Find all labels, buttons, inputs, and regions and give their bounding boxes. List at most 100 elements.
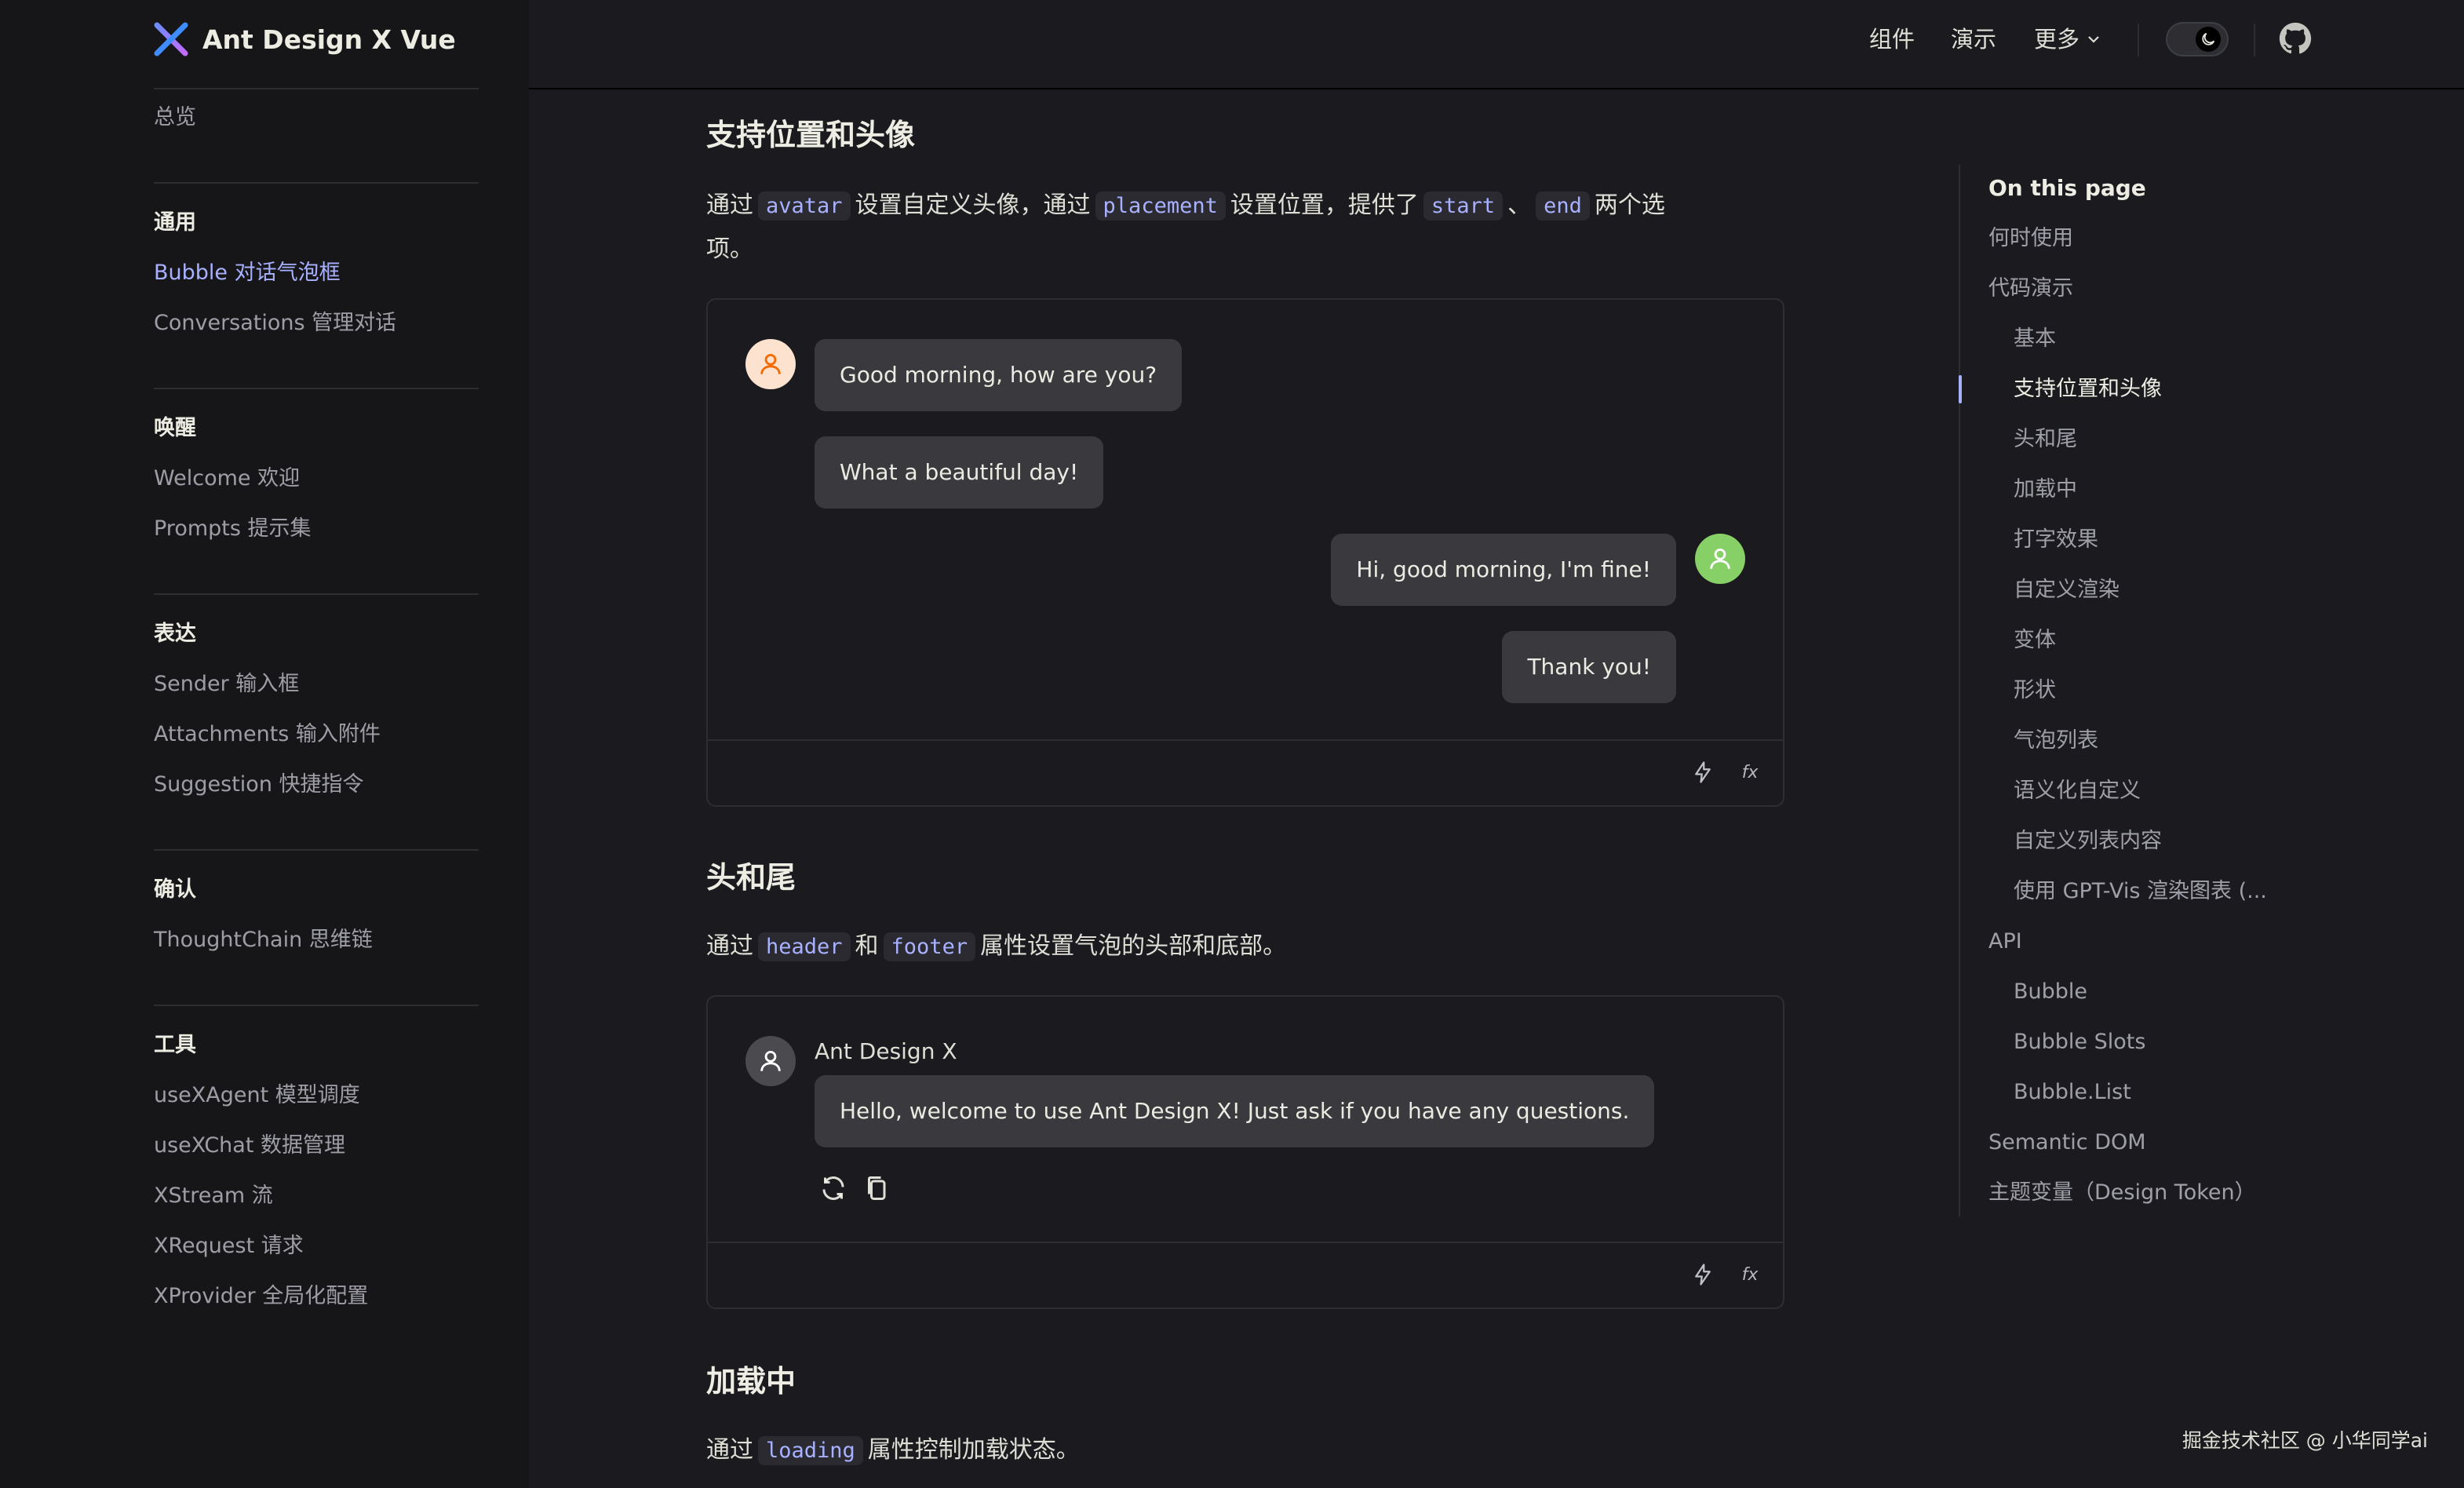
brand[interactable]: Ant Design X Vue bbox=[154, 17, 456, 61]
nav-more-label: 更多 bbox=[2034, 26, 2080, 53]
sidebar-item-usexchat[interactable]: useXChat 数据管理 bbox=[154, 1130, 345, 1162]
toc-item[interactable]: 加载中 bbox=[2014, 474, 2077, 505]
nav-demos[interactable]: 演示 bbox=[1951, 22, 1996, 57]
toc-item[interactable]: 基本 bbox=[2014, 323, 2056, 355]
nav-separator bbox=[2138, 24, 2139, 57]
section-title-loading: 加载中 bbox=[706, 1364, 796, 1399]
codepen-fx-icon[interactable]: fx bbox=[1736, 758, 1764, 786]
toc-item[interactable]: 自定义列表内容 bbox=[2014, 826, 2162, 857]
divider bbox=[154, 88, 479, 89]
toc-item[interactable]: 自定义渲染 bbox=[2014, 574, 2120, 606]
toc-item[interactable]: 语义化自定义 bbox=[2014, 775, 2141, 807]
code-footer: footer bbox=[883, 932, 976, 961]
desc-text: 设置自定义头像，通过 bbox=[855, 191, 1091, 219]
desc-text: 两个选 bbox=[1594, 191, 1665, 219]
code-end: end bbox=[1536, 191, 1590, 221]
divider bbox=[154, 388, 479, 389]
sidebar-group-title: 通用 bbox=[154, 210, 196, 235]
sidebar-item-xprovider[interactable]: XProvider 全局化配置 bbox=[154, 1281, 368, 1312]
toc-item[interactable]: 气泡列表 bbox=[2014, 725, 2098, 757]
refresh-icon[interactable] bbox=[819, 1174, 847, 1205]
toc-item[interactable]: 何时使用 bbox=[1988, 223, 2073, 254]
demo-card-placement: Good morning, how are you? What a beauti… bbox=[706, 298, 1784, 807]
sidebar-group-title: 表达 bbox=[154, 622, 196, 646]
nav-components[interactable]: 组件 bbox=[1869, 22, 1915, 57]
demo-footer: fx bbox=[708, 739, 1783, 805]
chat-bubble-start: Good morning, how are you? bbox=[815, 339, 1183, 411]
app-title: Ant Design X Vue bbox=[202, 24, 456, 55]
nav-more[interactable]: 更多 bbox=[2034, 22, 2101, 57]
sidebar-item-sender[interactable]: Sender 输入框 bbox=[154, 669, 299, 700]
code-header: header bbox=[758, 932, 851, 961]
avatar bbox=[745, 1036, 796, 1086]
toc-item[interactable]: 主题变量（Design Token） bbox=[1988, 1177, 2256, 1209]
desc-text: 属性控制加载状态。 bbox=[867, 1436, 1080, 1464]
sidebar-group-title: 唤醒 bbox=[154, 416, 196, 440]
sidebar-item-xstream[interactable]: XStream 流 bbox=[154, 1180, 273, 1212]
sidebar-item-thoughtchain[interactable]: ThoughtChain 思维链 bbox=[154, 925, 373, 956]
toc-item[interactable]: Bubble Slots bbox=[2014, 1027, 2145, 1058]
desc-text: 设置位置，提供了 bbox=[1230, 191, 1419, 219]
divider bbox=[154, 1005, 479, 1006]
codepen-fx-icon[interactable]: fx bbox=[1736, 1260, 1764, 1289]
divider bbox=[154, 182, 479, 184]
sidebar-item-attachments[interactable]: Attachments 输入附件 bbox=[154, 719, 381, 750]
sidebar-item-bubble[interactable]: Bubble 对话气泡框 bbox=[154, 257, 341, 289]
toc-item[interactable]: 使用 GPT-Vis 渲染图表 (... bbox=[2014, 876, 2267, 907]
copy-icon[interactable] bbox=[863, 1174, 891, 1205]
toc-item[interactable]: API bbox=[1988, 926, 2022, 957]
toc-item[interactable]: 打字效果 bbox=[2014, 524, 2098, 556]
theme-knob bbox=[2196, 27, 2221, 52]
bubble-header: Ant Design X bbox=[815, 1038, 957, 1064]
avatar bbox=[1695, 534, 1745, 584]
toc-item[interactable]: Semantic DOM bbox=[1988, 1127, 2146, 1158]
toc-title: On this page bbox=[1988, 175, 2146, 201]
desc-text: 通过 bbox=[706, 932, 753, 960]
chat-bubble-start: Hello, welcome to use Ant Design X! Just… bbox=[815, 1075, 1655, 1147]
desc-text: 属性设置气泡的头部和底部。 bbox=[980, 932, 1287, 960]
sidebar-item-suggestion[interactable]: Suggestion 快捷指令 bbox=[154, 769, 364, 801]
theme-toggle[interactable] bbox=[2166, 22, 2229, 57]
table-of-contents: On this page 何时使用 代码演示 基本 支持位置和头像 头和尾 加载… bbox=[1959, 165, 2368, 1216]
github-icon[interactable] bbox=[2279, 22, 2312, 55]
section-title-header-footer: 头和尾 bbox=[706, 860, 796, 895]
sidebar-item-conversations[interactable]: Conversations 管理对话 bbox=[154, 308, 396, 339]
chat-bubble-end: Thank you! bbox=[1502, 631, 1676, 703]
sidebar-item-xrequest[interactable]: XRequest 请求 bbox=[154, 1231, 304, 1262]
divider bbox=[154, 849, 479, 851]
code-avatar: avatar bbox=[758, 191, 851, 221]
section-desc-placement: 通过 avatar 设置自定义头像，通过 placement 设置位置，提供了 start… bbox=[706, 184, 1665, 228]
moon-icon bbox=[2202, 32, 2215, 46]
toc-item[interactable]: Bubble.List bbox=[2014, 1077, 2131, 1108]
demo-card-header-footer: Ant Design X Hello, welcome to use Ant D… bbox=[706, 995, 1784, 1309]
thunderbolt-icon[interactable] bbox=[1689, 758, 1717, 786]
demo-footer: fx bbox=[708, 1242, 1783, 1307]
divider bbox=[154, 593, 479, 595]
toc-item[interactable]: 变体 bbox=[2014, 625, 2056, 656]
toc-active-marker bbox=[1959, 375, 1962, 403]
thunderbolt-icon[interactable] bbox=[1689, 1260, 1717, 1289]
sidebar-item-overview[interactable]: 总览 bbox=[154, 102, 196, 133]
desc-text: 和 bbox=[855, 932, 879, 960]
toc-item[interactable]: 头和尾 bbox=[2014, 424, 2077, 455]
user-icon bbox=[1710, 548, 1730, 569]
nav-separator bbox=[2254, 24, 2255, 57]
chat-bubble-end: Hi, good morning, I'm fine! bbox=[1331, 534, 1676, 606]
sidebar-item-welcome[interactable]: Welcome 欢迎 bbox=[154, 463, 300, 494]
toc-item[interactable]: 形状 bbox=[2014, 675, 2056, 706]
section-desc-header-footer: 通过 header 和 footer 属性设置气泡的头部和底部。 bbox=[706, 925, 1286, 969]
toc-item[interactable]: Bubble bbox=[2014, 976, 2087, 1008]
desc-text: 、 bbox=[1507, 191, 1532, 219]
watermark: 掘金技术社区 @ 小华同学ai bbox=[2182, 1429, 2428, 1452]
section-desc-loading: 通过 loading 属性控制加载状态。 bbox=[706, 1428, 1080, 1473]
user-icon bbox=[760, 353, 781, 374]
sidebar-item-usexagent[interactable]: useXAgent 模型调度 bbox=[154, 1080, 360, 1111]
chat-bubble-start: What a beautiful day! bbox=[815, 436, 1104, 509]
toc-item[interactable]: 代码演示 bbox=[1988, 273, 2073, 305]
section-desc-wrap: 项。 bbox=[706, 235, 753, 263]
toc-item-active[interactable]: 支持位置和头像 bbox=[2014, 374, 2162, 405]
code-start: start bbox=[1423, 191, 1504, 221]
sidebar-item-prompts[interactable]: Prompts 提示集 bbox=[154, 513, 312, 545]
chevron-down-icon bbox=[2088, 36, 2099, 43]
ant-x-logo-icon bbox=[154, 22, 188, 57]
